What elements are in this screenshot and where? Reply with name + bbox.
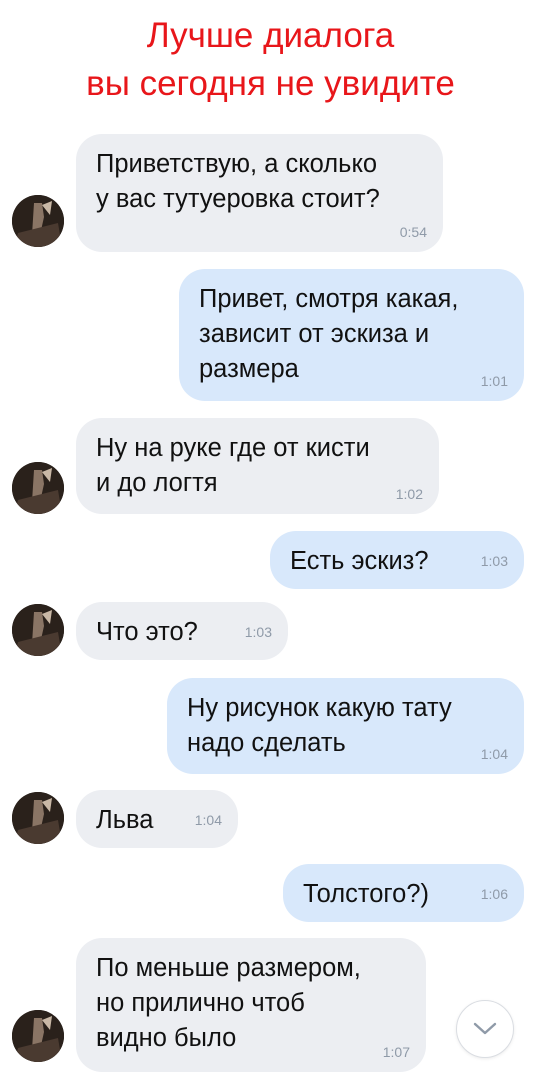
avatar-photo-icon [12, 462, 64, 514]
avatar-photo-icon [12, 604, 64, 656]
message-time: 1:06 [480, 886, 508, 902]
post-caption-line-2: вы сегодня не увидите [86, 64, 455, 103]
outgoing-message[interactable]: Привет, смотря какая, зависит от эскиза … [179, 269, 524, 401]
contact-avatar[interactable] [12, 604, 64, 656]
message-time: 1:03 [480, 553, 508, 569]
post-caption-line-1: Лучше диалога [146, 16, 395, 55]
message-text: Что это? [96, 618, 198, 646]
message-time: 0:54 [399, 224, 427, 240]
incoming-message[interactable]: Ну на руке где от кисти и до логтя 1:02 [76, 418, 439, 514]
incoming-message[interactable]: Приветствую, а сколько у вас тутуеровка … [76, 134, 443, 252]
contact-avatar[interactable] [12, 462, 64, 514]
message-text: Есть эскиз? [290, 547, 429, 575]
contact-avatar[interactable] [12, 792, 64, 844]
message-text: Ну рисунок какую тату надо сделать [187, 694, 452, 757]
message-time: 1:04 [194, 812, 222, 828]
message-text: Ну на руке где от кисти и до логтя [96, 434, 370, 497]
incoming-message[interactable]: По меньше размером, но прилично чтоб вид… [76, 938, 426, 1072]
avatar-photo-icon [12, 1010, 64, 1062]
chevron-down-icon [473, 1022, 497, 1035]
message-text: Приветствую, а сколько у вас тутуеровка … [96, 150, 380, 213]
message-time: 1:01 [480, 373, 508, 389]
message-text: Привет, смотря какая, зависит от эскиза … [199, 285, 459, 383]
message-time: 1:02 [395, 486, 423, 502]
avatar-photo-icon [12, 195, 64, 247]
incoming-message[interactable]: Что это? 1:03 [76, 602, 288, 660]
outgoing-message[interactable]: Ну рисунок какую тату надо сделать 1:04 [167, 678, 524, 774]
message-text: По меньше размером, но прилично чтоб вид… [96, 954, 361, 1052]
message-text: Толстого?) [303, 880, 430, 908]
incoming-message[interactable]: Льва 1:04 [76, 790, 238, 848]
scroll-to-bottom-button[interactable] [456, 1000, 514, 1058]
outgoing-message[interactable]: Есть эскиз? 1:03 [270, 531, 524, 589]
contact-avatar[interactable] [12, 195, 64, 247]
contact-avatar[interactable] [12, 1010, 64, 1062]
message-time: 1:07 [382, 1044, 410, 1060]
message-time: 1:04 [480, 746, 508, 762]
message-time: 1:03 [244, 624, 272, 640]
avatar-photo-icon [12, 792, 64, 844]
outgoing-message[interactable]: Толстого?) 1:06 [283, 864, 524, 922]
